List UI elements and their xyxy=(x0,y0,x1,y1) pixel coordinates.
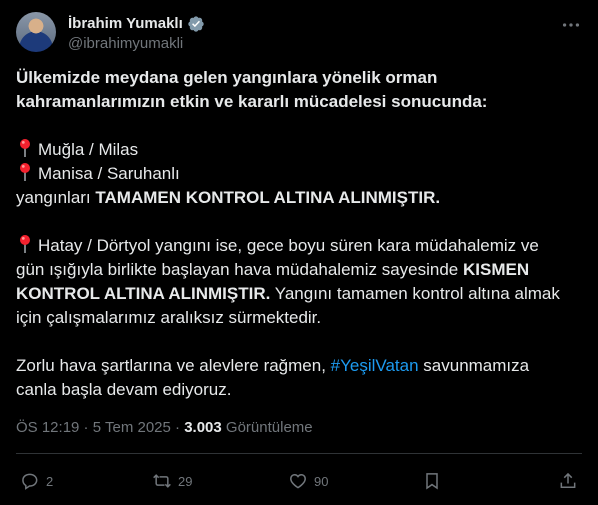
more-dots-icon[interactable] xyxy=(560,14,582,36)
intro-line: Ülkemizde meydana gelen yangınlara yönel… xyxy=(16,68,438,87)
hashtag-link[interactable]: #YeşilVatan xyxy=(331,356,419,375)
location-line: Manisa / Saruhanlı xyxy=(16,162,582,186)
hatay-bold: KISMEN xyxy=(462,260,530,279)
round-pushpin-icon xyxy=(20,235,30,253)
closing-line: Zorlu hava şartlarına ve alevlere rağmen… xyxy=(16,354,582,378)
hatay-line: KONTROL ALTINA ALINMIŞTIR. Yangını tamam… xyxy=(16,282,582,306)
hatay-line: Hatay / Dörtyol yangını ise, gece boyu s… xyxy=(16,234,582,258)
location-text: Manisa / Saruhanlı xyxy=(38,164,180,183)
author-block: İbrahim Yumaklı @ibrahimyumakli xyxy=(68,14,205,54)
tweet-text: Ülkemizde meydana gelen yangınlara yönel… xyxy=(16,66,582,402)
action-bar: 2 29 90 xyxy=(16,466,582,496)
like-count: 90 xyxy=(314,473,329,489)
location-text: Muğla / Milas xyxy=(38,140,139,159)
hatay-text: gün ışığıyla birlikte başlayan hava müda… xyxy=(16,260,463,279)
views-count: 3.003 xyxy=(184,419,222,436)
meta-separator: · xyxy=(170,419,185,436)
heart-icon xyxy=(290,473,306,489)
tweet-date[interactable]: 5 Tem 2025 xyxy=(93,419,171,436)
views-label: Görüntüleme xyxy=(221,419,313,436)
closing-text: savunmamıza xyxy=(418,356,530,375)
divider xyxy=(16,453,582,454)
hatay-bold: KONTROL ALTINA ALINMIŞTIR. xyxy=(16,284,271,303)
avatar[interactable] xyxy=(16,12,56,52)
reply-bubble-icon xyxy=(22,473,38,490)
round-pushpin-icon xyxy=(20,163,30,181)
author-handle[interactable]: @ibrahimyumakli xyxy=(68,34,205,54)
tweet-header: İbrahim Yumaklı @ibrahimyumakli xyxy=(16,12,582,56)
location-line: Muğla / Milas xyxy=(16,138,582,162)
verified-badge-icon xyxy=(188,16,204,32)
status-bold: TAMAMEN KONTROL ALTINA ALINMIŞTIR. xyxy=(95,188,441,207)
hatay-text: Yangını tamamen kontrol altına almak xyxy=(270,284,560,303)
repost-count: 29 xyxy=(178,473,193,489)
author-display-name[interactable]: İbrahim Yumaklı xyxy=(68,14,183,34)
round-pushpin-icon xyxy=(20,139,30,157)
share-upload-icon xyxy=(560,472,576,488)
reply-button[interactable]: 2 xyxy=(20,466,53,496)
repost-arrows-icon xyxy=(153,474,171,488)
reply-count: 2 xyxy=(46,473,54,489)
name-row: İbrahim Yumaklı xyxy=(68,14,205,34)
meta-separator: · xyxy=(79,419,93,436)
tweet-time[interactable]: ÖS 12:19 xyxy=(16,419,79,436)
repost-button[interactable]: 29 xyxy=(152,466,192,496)
intro-line: kahramanlarımızın etkin ve kararlı mücad… xyxy=(16,92,488,111)
tweet-meta: ÖS 12:19 · 5 Tem 2025 · 3.003 Görüntülem… xyxy=(16,418,313,438)
closing-line: canla başla devam ediyoruz. xyxy=(16,380,232,399)
hatay-line: için çalışmalarımız aralıksız sürmektedi… xyxy=(16,308,322,327)
share-button[interactable] xyxy=(558,466,578,496)
status-line: yangınları TAMAMEN KONTROL ALTINA ALINMI… xyxy=(16,186,582,210)
status-prefix: yangınları xyxy=(16,188,96,207)
like-button[interactable]: 90 xyxy=(288,466,328,496)
hatay-line: gün ışığıyla birlikte başlayan hava müda… xyxy=(16,258,582,282)
hatay-text: Hatay / Dörtyol yangını ise, gece boyu s… xyxy=(38,236,539,255)
closing-text: Zorlu hava şartlarına ve alevlere rağmen… xyxy=(16,356,331,375)
bookmark-icon xyxy=(426,473,438,490)
bookmark-button[interactable] xyxy=(422,466,442,496)
